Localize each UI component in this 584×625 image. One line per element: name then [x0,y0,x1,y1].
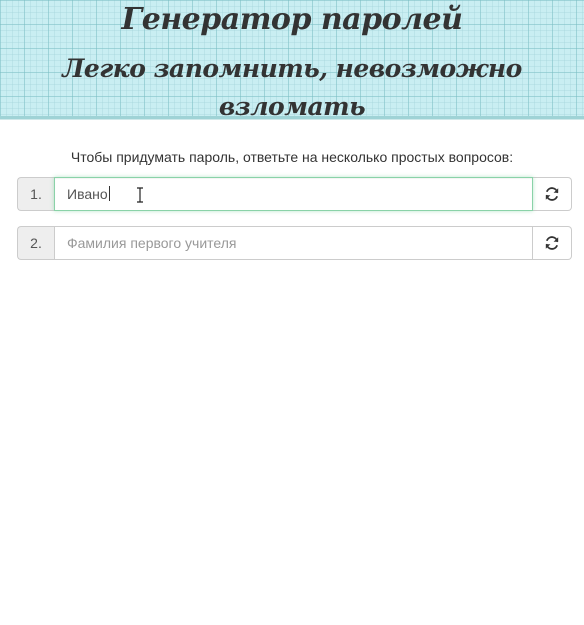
text-cursor-icon [137,187,143,203]
question-number: 1. [17,177,54,211]
page-subtitle: Легко запомнить, невозможно взломать [62,54,522,121]
question-row-2: 2. Фамилия первого учителя [17,226,572,260]
page-title: Генератор паролей [121,2,463,37]
refresh-button-2[interactable] [533,226,572,260]
question-row-1: 1. Ивано [17,177,572,211]
refresh-icon [545,187,559,201]
page-header: Генератор паролей Легко запомнить, невоз… [0,0,584,121]
answer-placeholder: Фамилия первого учителя [67,235,237,251]
question-number: 2. [17,226,54,260]
answer-value: Ивано [67,186,108,202]
answer-input-2[interactable]: Фамилия первого учителя [54,226,533,260]
refresh-icon [545,236,559,250]
answer-input-1[interactable]: Ивано [54,177,533,211]
refresh-button-1[interactable] [533,177,572,211]
text-caret [108,186,110,201]
intro-text: Чтобы придумать пароль, ответьте на неск… [70,149,514,165]
